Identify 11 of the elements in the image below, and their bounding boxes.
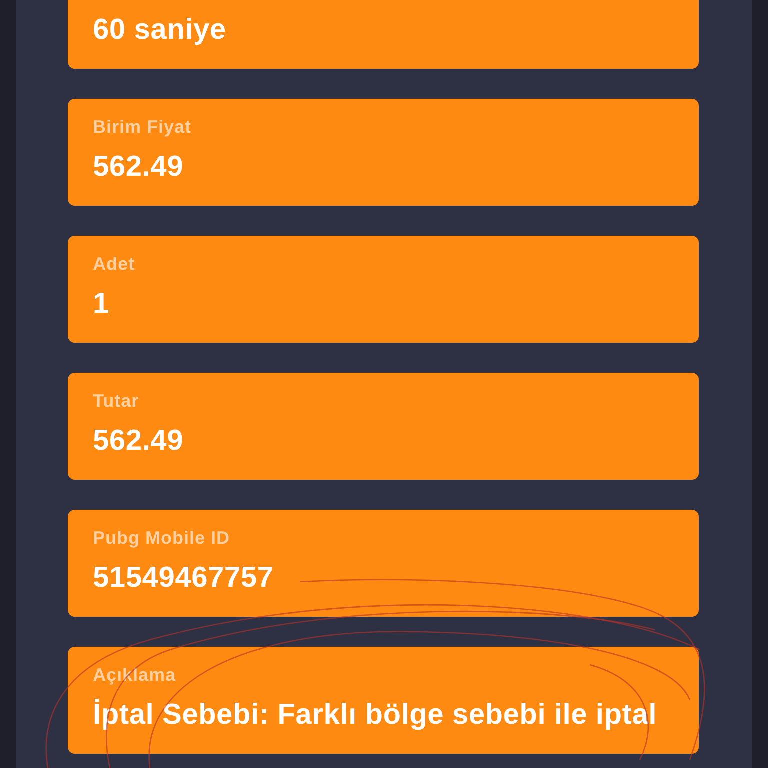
field-value: 1 [93,287,110,322]
field-label: Adet [93,254,135,274]
field-label: Tutar [93,391,140,411]
field-value: İptal Sebebi: Farklı bölge sebebi ile iptal [93,698,658,733]
field-value: 51549467757 [93,561,274,596]
field-label: Açıklama [93,665,176,685]
field-label: Birim Fiyat [93,117,192,137]
field-value: 562.49 [93,150,184,185]
field-value: 60 saniye [93,13,226,48]
field-label: Pubg Mobile ID [93,528,230,548]
field-value: 562.49 [93,424,184,459]
